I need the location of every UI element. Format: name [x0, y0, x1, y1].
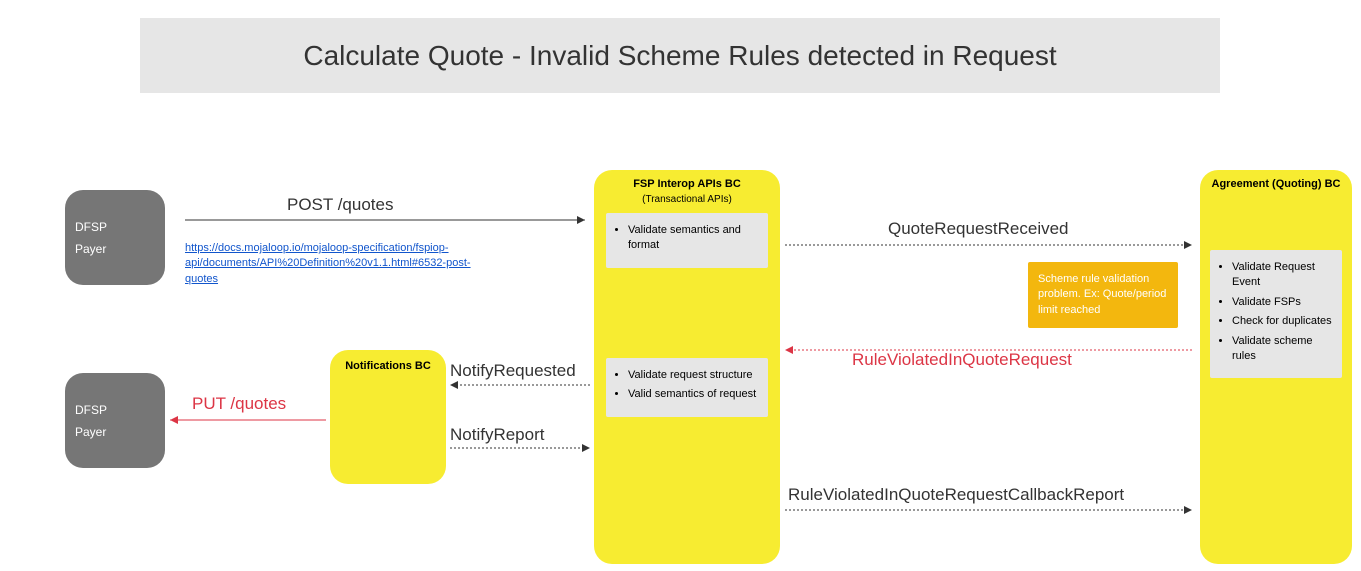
put-quotes-label: PUT /quotes — [192, 394, 286, 414]
fsp-box1-item1: Validate semantics and format — [628, 223, 760, 254]
title-bar: Calculate Quote - Invalid Scheme Rules d… — [140, 18, 1220, 93]
rule-violated-label: RuleViolatedInQuoteRequest — [852, 350, 1072, 370]
notify-requested-label: NotifyRequested — [450, 361, 576, 381]
warning-text: Scheme rule validation problem. Ex: Quot… — [1038, 273, 1166, 316]
notifications-bc: Notifications BC — [330, 350, 446, 484]
payer-label: Payer — [75, 242, 155, 256]
quote-request-received-label: QuoteRequestReceived — [888, 219, 1069, 239]
fsp-box2-item1: Validate request structure — [628, 368, 760, 383]
notify-report-label: NotifyReport — [450, 425, 544, 445]
agreement-title: Agreement (Quoting) BC — [1210, 178, 1342, 190]
dfsp-label: DFSP — [75, 403, 155, 417]
callback-report-label: RuleViolatedInQuoteRequestCallbackReport — [788, 485, 1124, 505]
fsp-title: FSP Interop APIs BC — [606, 178, 768, 190]
dfsp-label: DFSP — [75, 220, 155, 234]
agreement-item1: Validate Request Event — [1232, 260, 1334, 291]
payer-label: Payer — [75, 425, 155, 439]
agreement-bc: Agreement (Quoting) BC Validate Request … — [1200, 170, 1352, 564]
fsp-box-2: Validate request structure Valid semanti… — [606, 358, 768, 417]
dfsp-payer-bottom: DFSP Payer — [65, 373, 165, 468]
agreement-item3: Check for duplicates — [1232, 314, 1334, 329]
notifications-title: Notifications BC — [345, 360, 431, 372]
page-title: Calculate Quote - Invalid Scheme Rules d… — [303, 40, 1056, 72]
agreement-box: Validate Request Event Validate FSPs Che… — [1210, 250, 1342, 378]
fsp-subtitle: (Transactional APIs) — [606, 194, 768, 205]
fsp-interop-bc: FSP Interop APIs BC (Transactional APIs)… — [594, 170, 780, 564]
fsp-box2-item2: Valid semantics of request — [628, 387, 760, 402]
dfsp-payer-top: DFSP Payer — [65, 190, 165, 285]
spec-link[interactable]: https://docs.mojaloop.io/mojaloop-specif… — [185, 241, 475, 287]
fsp-box-1: Validate semantics and format — [606, 213, 768, 268]
agreement-item2: Validate FSPs — [1232, 295, 1334, 310]
warning-box: Scheme rule validation problem. Ex: Quot… — [1028, 262, 1178, 328]
post-quotes-label: POST /quotes — [287, 195, 393, 215]
agreement-item4: Validate scheme rules — [1232, 334, 1334, 365]
